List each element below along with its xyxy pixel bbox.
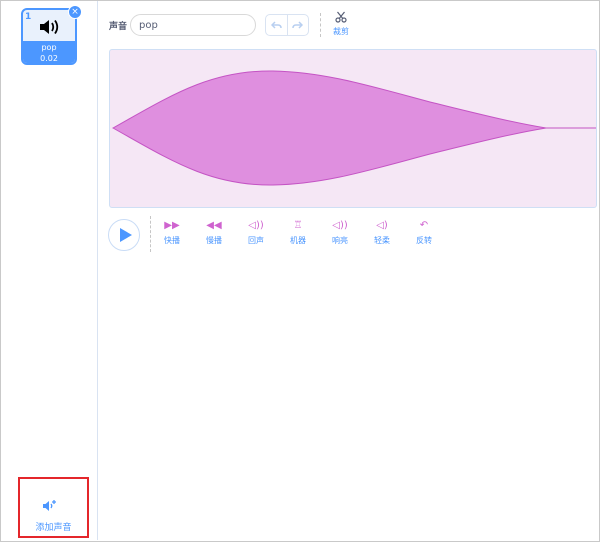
- effect-echo[interactable]: ◁)) 回声: [241, 219, 271, 246]
- trim-label: 裁剪: [333, 27, 349, 36]
- effect-slower-label: 慢播: [206, 236, 222, 245]
- undo-icon: [270, 20, 282, 29]
- play-button[interactable]: [108, 219, 140, 251]
- effect-softer-label: 轻柔: [374, 236, 390, 245]
- sound-duration: 0.02: [40, 54, 58, 63]
- effect-reverse[interactable]: ↶ 反转: [409, 219, 439, 246]
- sound-list-pane: 1 pop 0.02 × 添加声音: [1, 1, 98, 540]
- effect-louder-label: 响亮: [332, 236, 348, 245]
- sound-name-label: 声音: [109, 22, 128, 32]
- add-sound-button[interactable]: 添加声音: [18, 477, 89, 538]
- sound-index: 1: [25, 12, 32, 22]
- effect-faster[interactable]: ▶▶ 快播: [157, 219, 187, 246]
- trim-button[interactable]: 裁剪: [329, 11, 353, 37]
- effect-echo-label: 回声: [248, 236, 264, 245]
- effect-robot-label: 机器: [290, 236, 306, 245]
- add-sound-icon: [43, 500, 56, 511]
- effect-softer[interactable]: ◁) 轻柔: [367, 219, 397, 246]
- undo-button[interactable]: [266, 15, 287, 35]
- sound-tile-pop[interactable]: 1 pop 0.02: [21, 8, 77, 65]
- faster-icon: ▶▶: [164, 220, 180, 231]
- redo-button[interactable]: [286, 15, 308, 35]
- louder-icon: ◁)): [332, 220, 348, 231]
- sound-tile-info: pop 0.02: [23, 41, 75, 63]
- effect-faster-label: 快播: [164, 236, 180, 245]
- play-icon: [120, 228, 132, 242]
- waveform-graph: [111, 70, 596, 186]
- toolbar-divider: [320, 13, 321, 37]
- robot-icon: ♖: [293, 220, 303, 231]
- sound-name-input[interactable]: [130, 14, 256, 36]
- effect-robot[interactable]: ♖ 机器: [283, 219, 313, 246]
- waveform-shape: [111, 70, 596, 186]
- scissors-icon: [335, 11, 347, 23]
- controls-divider: [150, 216, 151, 252]
- echo-icon: ◁)): [248, 220, 264, 231]
- add-sound-label: 添加声音: [35, 523, 72, 533]
- slower-icon: ◀◀: [206, 220, 222, 231]
- softer-icon: ◁): [376, 220, 388, 231]
- speaker-icon: [40, 19, 59, 35]
- effect-slower[interactable]: ◀◀ 慢播: [199, 219, 229, 246]
- undo-redo-group: [265, 14, 309, 36]
- delete-sound-button[interactable]: ×: [68, 5, 82, 19]
- redo-icon: [292, 20, 304, 29]
- waveform-area[interactable]: [109, 49, 597, 208]
- sound-name: pop: [41, 43, 57, 52]
- effect-louder[interactable]: ◁)) 响亮: [325, 219, 355, 246]
- reverse-icon: ↶: [419, 220, 429, 231]
- effect-reverse-label: 反转: [416, 236, 432, 245]
